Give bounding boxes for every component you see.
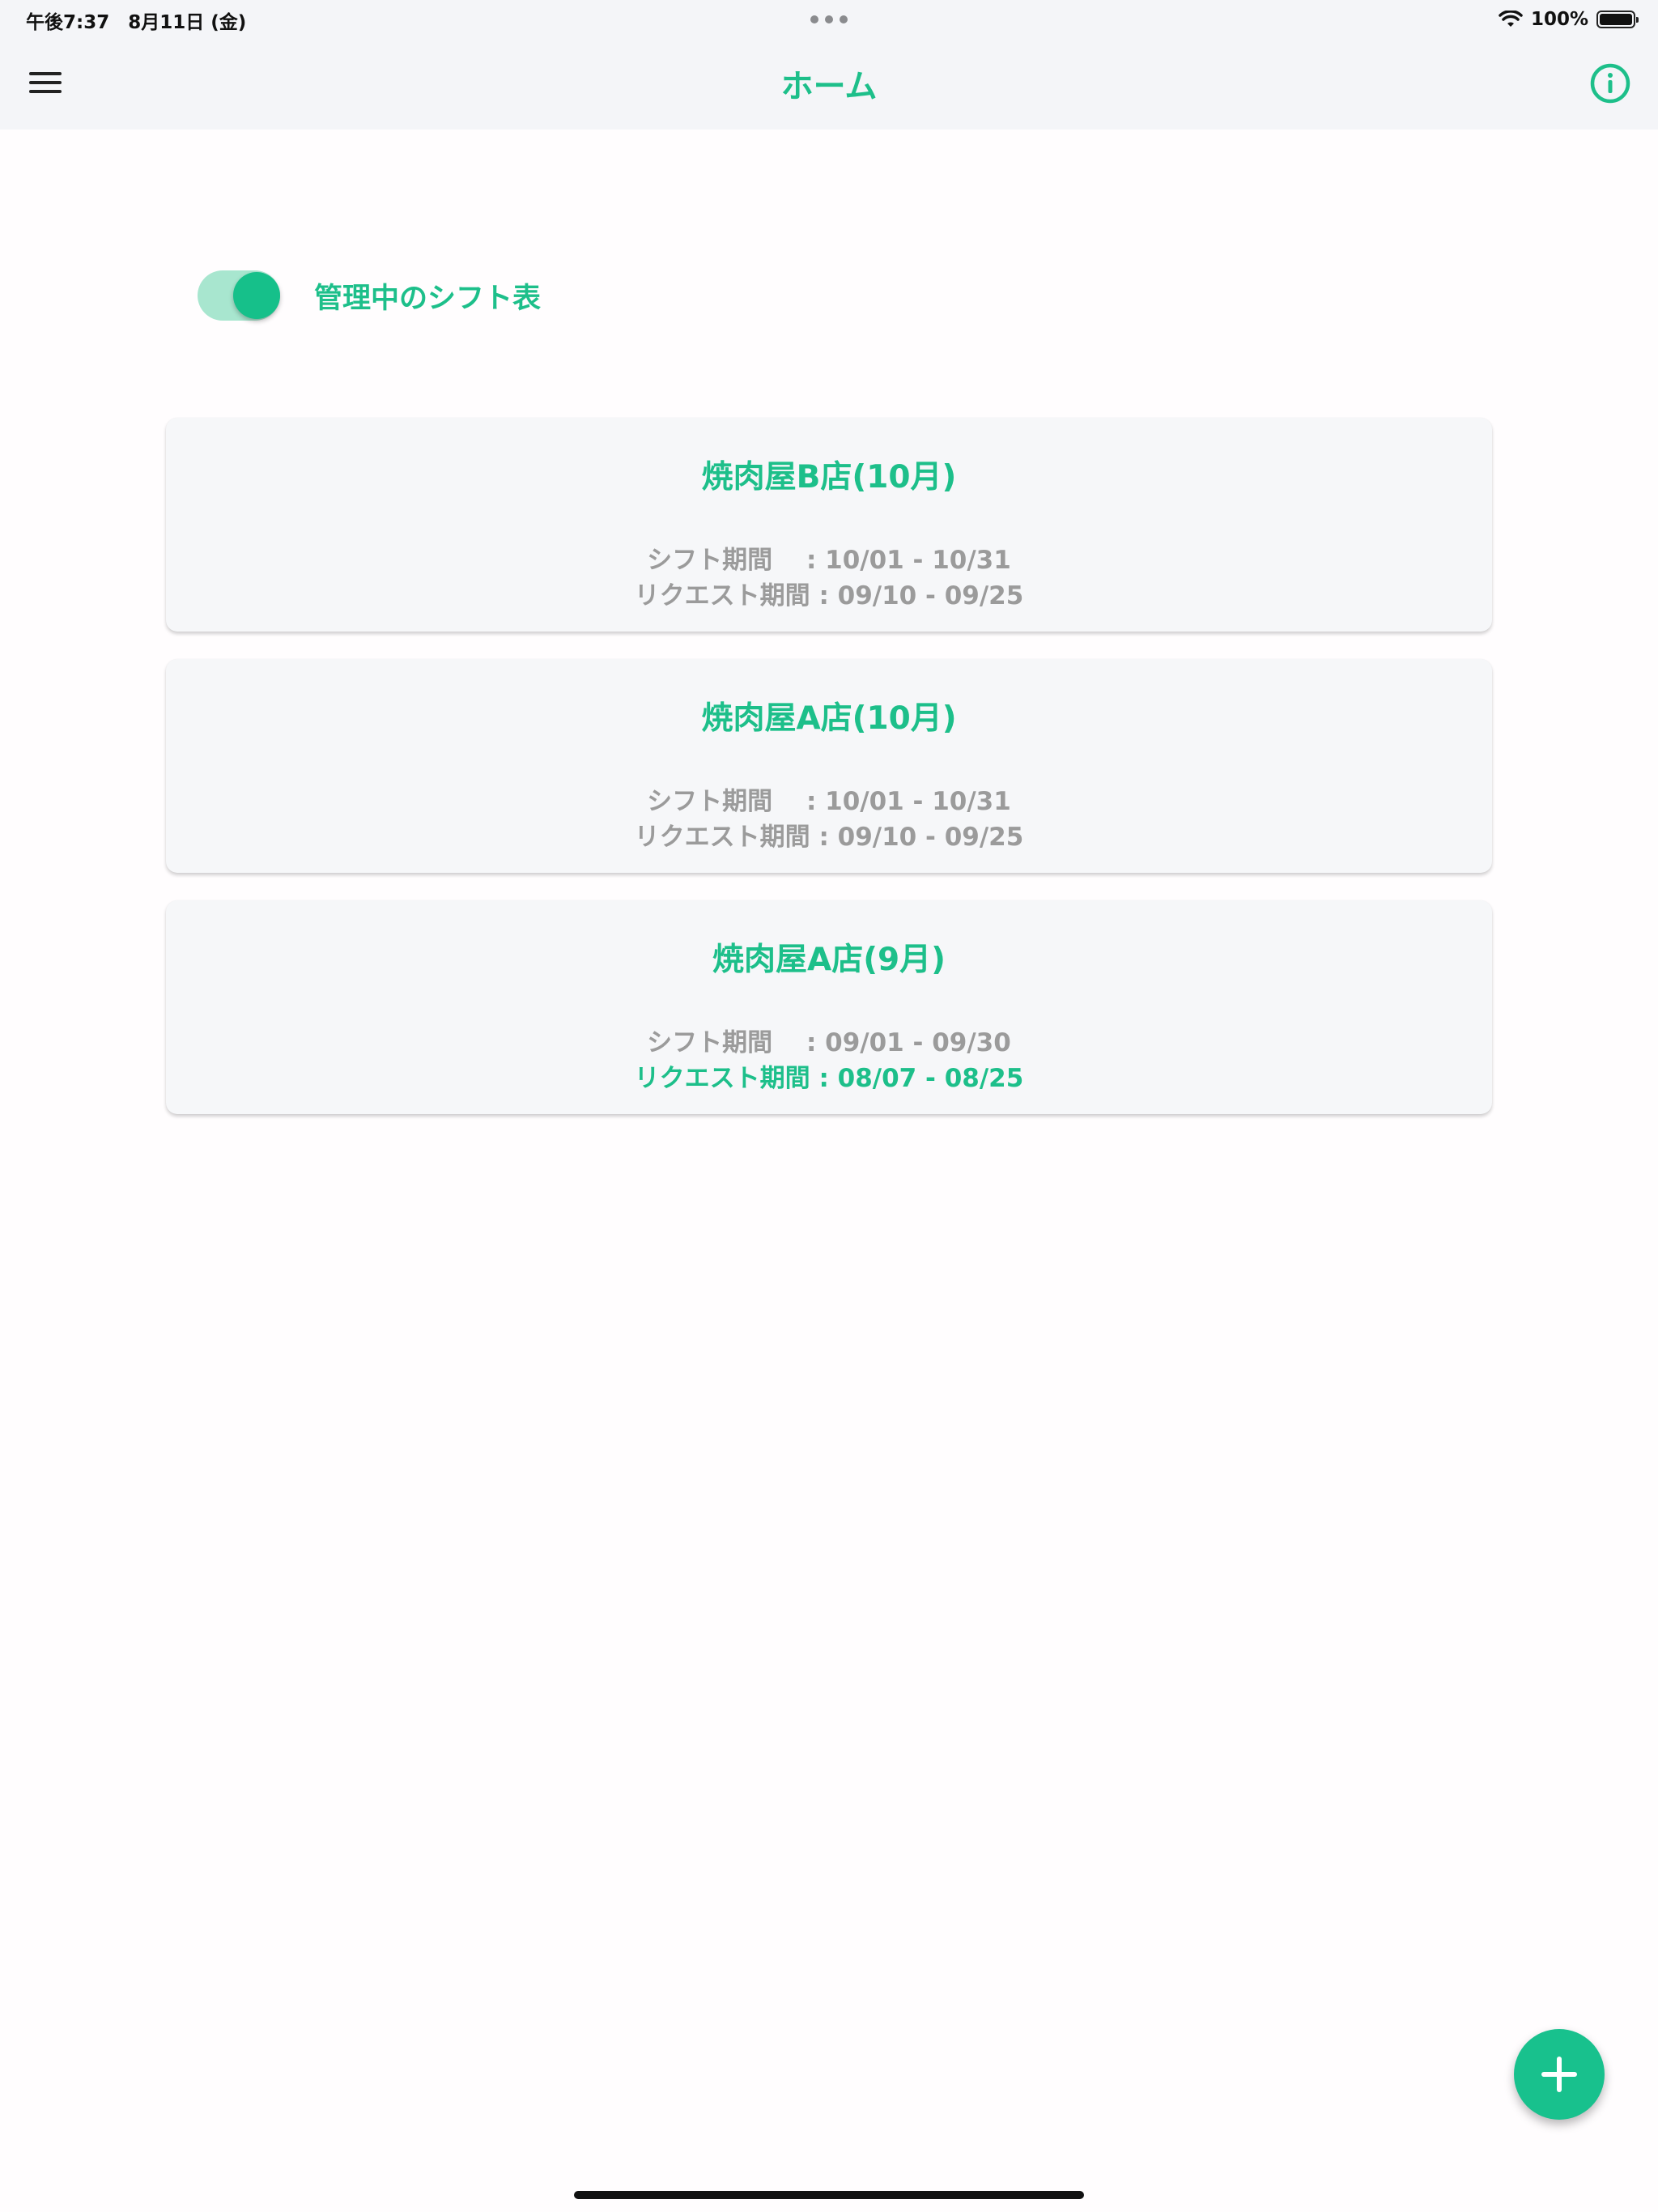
home-indicator[interactable]: [574, 2191, 1084, 2199]
request-period-text: リクエスト期間 : 09/10 - 09/25: [634, 581, 1024, 610]
home-screen: 午後7:37 8月11日 (金) 100% ホーム 管理中のシフト表 焼肉屋B店…: [0, 0, 1658, 2212]
wifi-icon: [1499, 11, 1523, 27]
shift-card-title: 焼肉屋A店(9月): [712, 942, 946, 978]
shift-card[interactable]: 焼肉屋A店(10月) シフト期間 : 10/01 - 10/31 リクエスト期間…: [166, 659, 1492, 873]
status-time-date: 午後7:37 8月11日 (金): [26, 12, 247, 33]
shift-period-text: シフト期間 : 10/01 - 10/31: [647, 787, 1011, 816]
managed-shifts-toggle-row: 管理中のシフト表: [198, 267, 541, 324]
request-period-text: リクエスト期間 : 08/07 - 08/25: [634, 1064, 1024, 1093]
add-shift-button[interactable]: [1514, 2029, 1605, 2120]
toggle-label: 管理中のシフト表: [314, 282, 542, 315]
shift-period-text: シフト期間 : 09/01 - 09/30: [647, 1028, 1011, 1057]
toggle-knob: [233, 272, 280, 319]
battery-fill: [1600, 14, 1632, 25]
status-bar: 午後7:37 8月11日 (金) 100%: [0, 0, 1658, 39]
request-period-text: リクエスト期間 : 09/10 - 09/25: [634, 823, 1024, 852]
battery-percent: 100%: [1530, 9, 1588, 30]
info-icon[interactable]: [1588, 62, 1632, 105]
shift-card-title: 焼肉屋B店(10月): [701, 459, 957, 496]
status-right-group: 100%: [1499, 5, 1639, 34]
shift-card[interactable]: 焼肉屋B店(10月) シフト期間 : 10/01 - 10/31 リクエスト期間…: [166, 418, 1492, 632]
managed-shifts-toggle[interactable]: [198, 270, 280, 321]
multitasking-dots-icon[interactable]: [810, 15, 848, 23]
shift-period-text: シフト期間 : 10/01 - 10/31: [647, 546, 1011, 575]
shift-card-title: 焼肉屋A店(10月): [701, 700, 957, 737]
navigation-bar: ホーム: [0, 39, 1658, 130]
page-title: ホーム: [780, 68, 878, 105]
shift-card[interactable]: 焼肉屋A店(9月) シフト期間 : 09/01 - 09/30 リクエスト期間 …: [166, 900, 1492, 1114]
battery-icon: [1596, 11, 1639, 28]
